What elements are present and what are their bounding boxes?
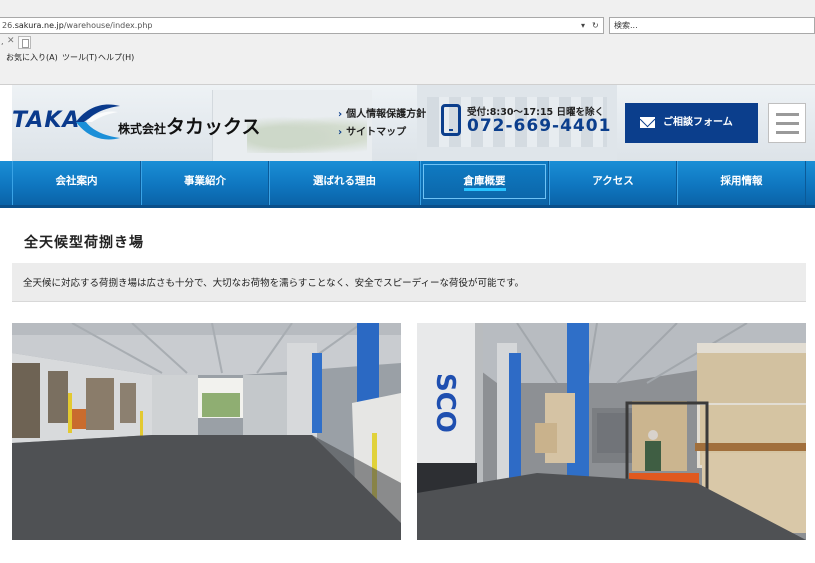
- url-path: /warehouse/index.php: [63, 21, 153, 30]
- sitemap-label: サイトマップ: [346, 127, 407, 138]
- close-tab-icon[interactable]: ✕: [7, 36, 15, 46]
- nav-item-access[interactable]: アクセス: [549, 161, 677, 205]
- hamburger-menu-button[interactable]: [768, 103, 806, 143]
- loading-dock-photo: [12, 323, 401, 540]
- nav-item-reasons[interactable]: 選ばれる理由: [269, 161, 420, 205]
- nav-item-warehouse[interactable]: 倉庫概要: [420, 161, 549, 205]
- tab-row: , ✕: [0, 35, 815, 51]
- nav-label: 採用情報: [720, 175, 763, 187]
- company-name: 株式会社タカックス: [118, 112, 260, 139]
- forklift-photo: SCO: [417, 323, 806, 540]
- nav-label: アクセス: [592, 175, 634, 187]
- smartphone-icon: [441, 104, 461, 136]
- company-logo[interactable]: TAKA 株式会社タカックス: [12, 100, 262, 144]
- menu-tools[interactable]: ツール(T): [62, 52, 97, 63]
- privacy-policy-label: 個人情報保護方針: [346, 109, 427, 120]
- global-nav: 会社案内 事業紹介 選ばれる理由 倉庫概要 アクセス 採用情報: [0, 161, 815, 208]
- nav-label: 会社案内: [55, 175, 98, 187]
- url-prefix: 26.: [2, 21, 15, 30]
- chevron-right-icon: ›: [338, 109, 343, 120]
- consult-form-label: ご相談フォーム: [663, 117, 733, 128]
- mail-icon: [640, 117, 655, 128]
- menu-favorites[interactable]: お気に入り(A): [6, 52, 58, 63]
- nav-item-business[interactable]: 事業紹介: [141, 161, 269, 205]
- nav-label: 選ばれる理由: [313, 175, 376, 187]
- header-links: › 個人情報保護方針 › サイトマップ: [338, 105, 426, 141]
- menu-help[interactable]: ヘルプ(H): [98, 52, 134, 63]
- address-bar[interactable]: 26.sakura.ne.jp/warehouse/index.php ▾ ↻: [0, 17, 604, 34]
- phone-number[interactable]: 072-669-4401: [467, 116, 611, 136]
- logo-swoosh-icon: [76, 104, 120, 140]
- search-placeholder: 検索...: [614, 21, 638, 30]
- search-input[interactable]: 検索...: [609, 17, 815, 34]
- browser-chrome: 26.sakura.ne.jp/warehouse/index.php ▾ ↻ …: [0, 0, 815, 85]
- refresh-icon[interactable]: ↻: [592, 18, 599, 33]
- description-text: 全天候に対応する荷捌き場は広さも十分で、大切なお荷物を濡らすことなく、安全でスピ…: [23, 278, 525, 289]
- description-box: 全天候に対応する荷捌き場は広さも十分で、大切なお荷物を濡らすことなく、安全でスピ…: [12, 263, 806, 302]
- nav-item-company[interactable]: 会社案内: [12, 161, 141, 205]
- new-tab-icon[interactable]: [18, 36, 31, 49]
- dropdown-arrow-icon[interactable]: ▾: [581, 18, 585, 33]
- nav-label: 事業紹介: [184, 175, 226, 187]
- company-main-name: タカックス: [166, 116, 261, 138]
- nav-label: 倉庫概要: [463, 175, 506, 191]
- container-text: SCO: [430, 373, 460, 433]
- chevron-right-icon: ›: [338, 127, 343, 138]
- tab-fragment[interactable]: ,: [1, 37, 4, 46]
- page-title: 全天候型荷捌き場: [24, 235, 144, 251]
- company-prefix: 株式会社: [118, 122, 167, 136]
- sitemap-link[interactable]: › サイトマップ: [338, 123, 426, 141]
- privacy-policy-link[interactable]: › 個人情報保護方針: [338, 105, 426, 123]
- logo-text: TAKA: [12, 108, 81, 133]
- url-host: sakura.ne.jp: [14, 21, 64, 30]
- consult-form-button[interactable]: ご相談フォーム: [625, 103, 758, 143]
- nav-item-recruit[interactable]: 採用情報: [677, 161, 806, 205]
